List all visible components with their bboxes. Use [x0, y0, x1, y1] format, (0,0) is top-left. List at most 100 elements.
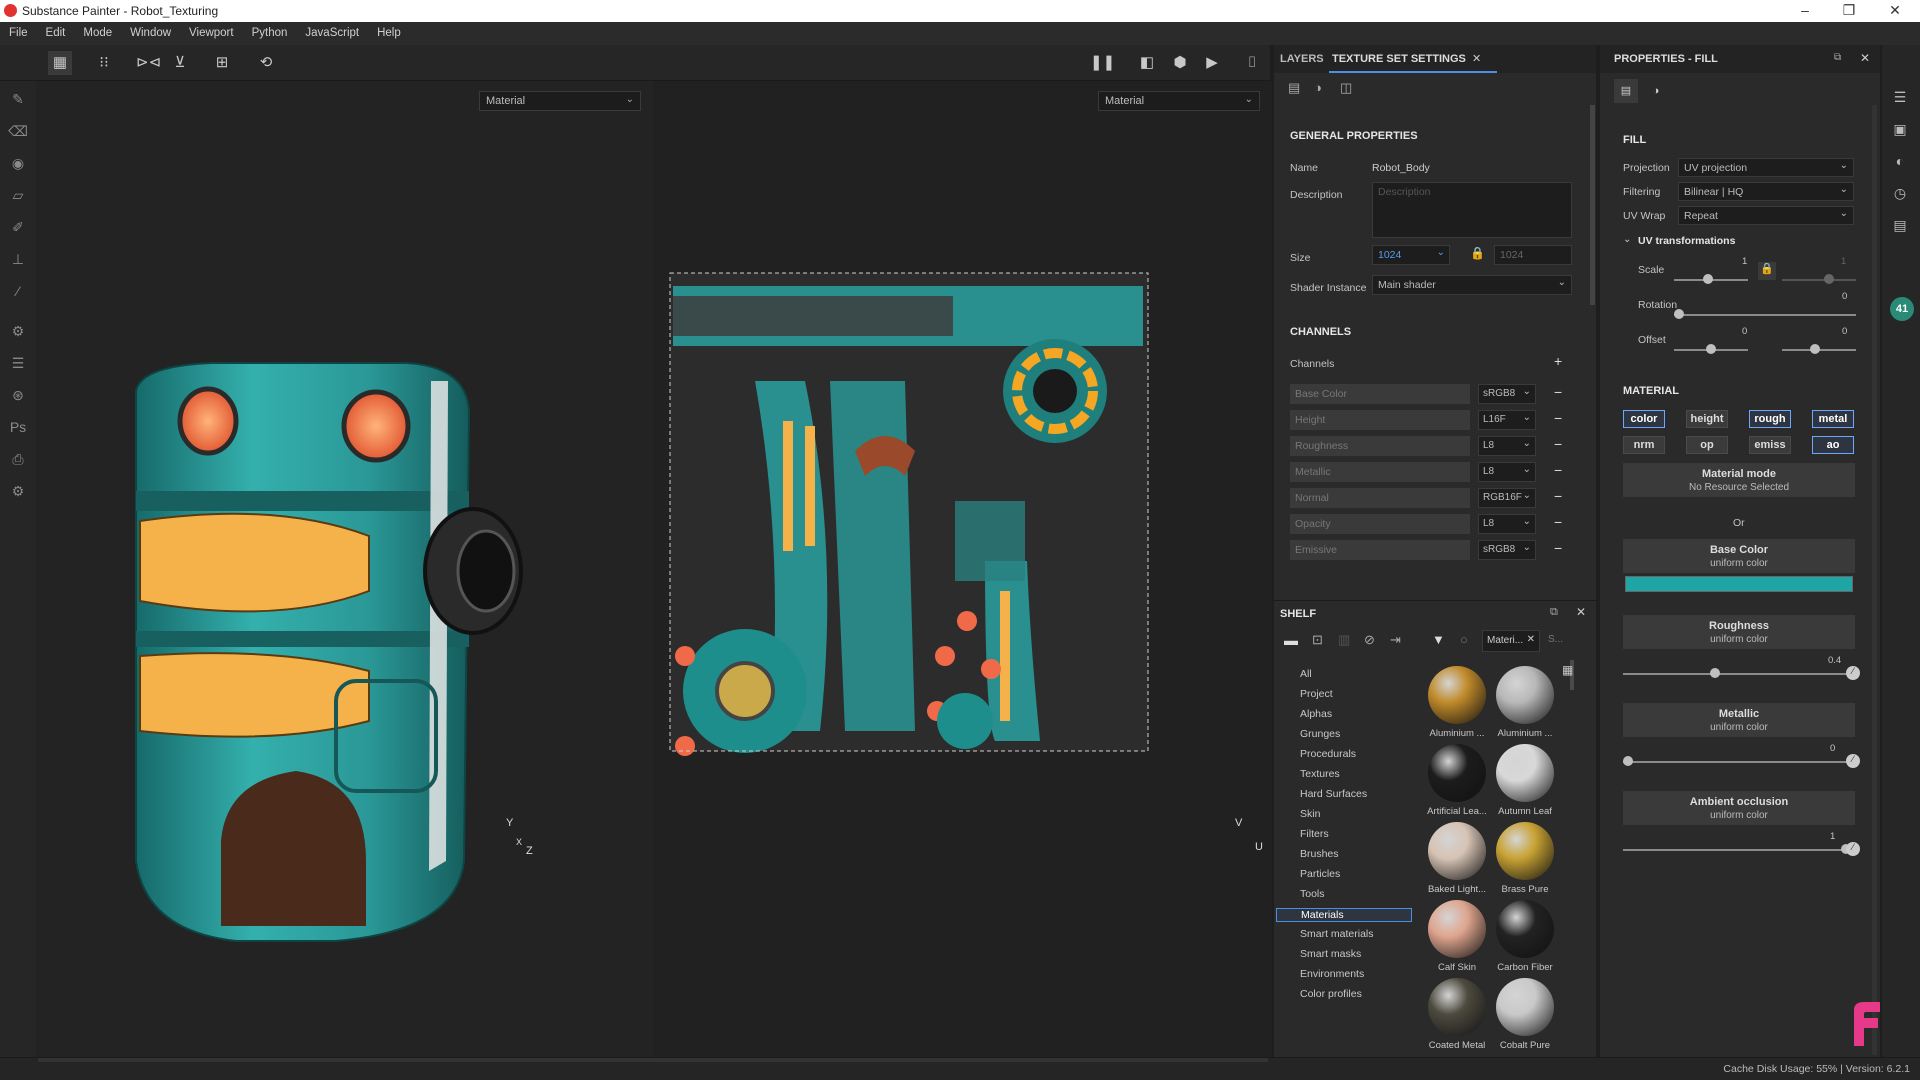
close-window-button[interactable]: ✕	[1880, 2, 1910, 19]
shelf-category-project[interactable]: Project	[1300, 688, 1333, 700]
menu-file[interactable]: File	[0, 22, 37, 39]
chip-ao[interactable]: ao	[1812, 436, 1854, 454]
close-shelf-icon[interactable]: ✕	[1576, 605, 1586, 619]
import-icon[interactable]: ⇥	[1390, 632, 1401, 648]
offset-slider-2-knob[interactable]	[1810, 344, 1820, 354]
channel-name[interactable]: Base Color	[1290, 384, 1470, 404]
texture-set-list-icon[interactable]: ▤	[1288, 80, 1300, 96]
remove-channel-icon[interactable]: −	[1554, 488, 1562, 504]
shelf-category-all[interactable]: All	[1300, 668, 1312, 680]
shelf-category-tools[interactable]: Tools	[1300, 888, 1325, 900]
remove-channel-icon[interactable]: −	[1554, 540, 1562, 556]
viewport-3d[interactable]: Material ⌄ Y X Z	[36, 81, 654, 1057]
scale-slider-2[interactable]	[1782, 279, 1856, 281]
remove-channel-icon[interactable]: −	[1554, 410, 1562, 426]
split-view-icon[interactable]: ◧	[1135, 51, 1159, 75]
base-color-block[interactable]: Base Color uniform color	[1623, 539, 1855, 573]
remove-channel-icon[interactable]: −	[1554, 384, 1562, 400]
description-field[interactable]: Description	[1372, 182, 1572, 238]
material-thumbnail[interactable]: Artificial Lea...	[1427, 744, 1487, 817]
add-channel-icon[interactable]: +	[1554, 353, 1562, 369]
shelf-category-materials[interactable]: Materials	[1276, 908, 1412, 922]
metallic-block[interactable]: Metallic uniform color	[1623, 703, 1855, 737]
clone-stamp-icon[interactable]: ⊥	[6, 247, 30, 271]
close-tab-icon[interactable]: ✕	[1472, 52, 1481, 65]
projection-icon[interactable]: ◉	[6, 151, 30, 175]
tab-layers[interactable]: LAYERS	[1280, 53, 1324, 65]
lock-icon[interactable]: 🔒	[1758, 262, 1776, 280]
material-thumbnail[interactable]: Baked Light...	[1427, 822, 1487, 895]
chip-height[interactable]: height	[1686, 410, 1728, 428]
fill-properties-icon[interactable]: ▤	[1614, 79, 1638, 103]
shelf-category-hard-surfaces[interactable]: Hard Surfaces	[1300, 788, 1367, 800]
name-value[interactable]: Robot_Body	[1372, 162, 1430, 174]
chip-emiss[interactable]: emiss	[1749, 436, 1791, 454]
pause-icon[interactable]: ❚❚	[1090, 51, 1115, 75]
mirror-x-icon[interactable]: ⊳⊲	[136, 51, 161, 75]
shelf-category-grunges[interactable]: Grunges	[1300, 728, 1340, 740]
chip-op[interactable]: op	[1686, 436, 1728, 454]
shelf-search-input[interactable]: S...	[1548, 634, 1563, 645]
remove-filter-icon[interactable]: ✕	[1527, 634, 1535, 645]
channel-name[interactable]: Height	[1290, 410, 1470, 430]
notification-badge[interactable]: 41	[1890, 297, 1914, 321]
viewport-2d[interactable]: Material ⌄ V U	[655, 81, 1272, 1057]
remove-channel-icon[interactable]: −	[1554, 514, 1562, 530]
grid-icon[interactable]: ▦	[1562, 663, 1573, 677]
grid-view-icon[interactable]: ▦	[48, 51, 72, 75]
log-icon[interactable]: ▤	[1888, 213, 1912, 237]
scrollbar[interactable]	[1590, 105, 1595, 305]
menu-help[interactable]: Help	[368, 22, 410, 39]
scale-slider-knob[interactable]	[1703, 274, 1713, 284]
plugin-icon[interactable]: ⚙	[6, 479, 30, 503]
roughness-slider[interactable]	[1623, 673, 1851, 675]
channel-name[interactable]: Metallic	[1290, 462, 1470, 482]
layers-icon[interactable]: ☰	[6, 351, 30, 375]
chip-rough[interactable]: rough	[1749, 410, 1791, 428]
material-thumbnail[interactable]: Brass Pure	[1495, 822, 1555, 895]
shader-instance-dropdown[interactable]: Main shader ⌄	[1372, 275, 1572, 295]
close-properties-icon[interactable]: ✕	[1860, 51, 1870, 65]
shelf-category-textures[interactable]: Textures	[1300, 768, 1340, 780]
filter-icon[interactable]: ▼	[1432, 632, 1445, 647]
mirror-y-icon[interactable]: ⊻	[168, 51, 192, 75]
smudge-icon[interactable]: ✐	[6, 215, 30, 239]
size-dropdown-2[interactable]: 1024	[1494, 245, 1572, 265]
paint-brush-icon[interactable]: ✎	[6, 87, 30, 111]
channel-name[interactable]: Normal	[1290, 488, 1470, 508]
polygon-fill-icon[interactable]: ▱	[6, 183, 30, 207]
size-dropdown[interactable]: 1024 ⌄	[1372, 245, 1450, 265]
shelf-category-environments[interactable]: Environments	[1300, 968, 1364, 980]
channel-name[interactable]: Opacity	[1290, 514, 1470, 534]
material-mode-block[interactable]: Material mode No Resource Selected	[1623, 463, 1855, 497]
filter-tag[interactable]: Materi... ✕	[1482, 630, 1540, 652]
cube-view-icon[interactable]: ⬢	[1168, 51, 1192, 75]
channel-format-dropdown[interactable]: sRGB8 ⌄	[1478, 384, 1536, 404]
channel-format-dropdown[interactable]: RGB16F ⌄	[1478, 488, 1536, 508]
menu-viewport[interactable]: Viewport	[180, 22, 243, 39]
rotation-slider-knob[interactable]	[1674, 309, 1684, 319]
projection-dropdown[interactable]: UV projection ⌄	[1678, 158, 1854, 177]
scale-slider-2-knob[interactable]	[1824, 274, 1834, 284]
frame-icon[interactable]: ⊞	[210, 51, 234, 75]
camera-video-icon[interactable]: ▶	[1200, 51, 1224, 75]
eraser-icon[interactable]: ⌫	[6, 119, 30, 143]
undock-icon[interactable]: ⧉	[1550, 606, 1558, 619]
undock-icon[interactable]: ⧉	[1834, 52, 1841, 63]
minimize-button[interactable]: –	[1790, 2, 1820, 18]
remove-channel-icon[interactable]: −	[1554, 436, 1562, 452]
offset-slider-knob[interactable]	[1706, 344, 1716, 354]
menu-mode[interactable]: Mode	[74, 22, 121, 39]
export-icon[interactable]: ⎙	[6, 447, 30, 471]
material-thumbnail[interactable]: Aluminium ...	[1427, 666, 1487, 739]
history-icon[interactable]: ⟲	[254, 51, 278, 75]
ambient-occlusion-block[interactable]: Ambient occlusion uniform color	[1623, 791, 1855, 825]
channel-format-dropdown[interactable]: L8 ⌄	[1478, 436, 1536, 456]
grid-options-icon[interactable]: ⁝⁝	[92, 51, 116, 75]
channel-name[interactable]: Roughness	[1290, 436, 1470, 456]
channel-format-dropdown[interactable]: L8 ⌄	[1478, 462, 1536, 482]
delete-icon[interactable]: ▥	[1338, 632, 1350, 648]
channel-format-dropdown[interactable]: L16F ⌄	[1478, 410, 1536, 430]
shelf-category-skin[interactable]: Skin	[1300, 808, 1320, 820]
lock-icon[interactable]: 🔒	[1470, 246, 1485, 260]
